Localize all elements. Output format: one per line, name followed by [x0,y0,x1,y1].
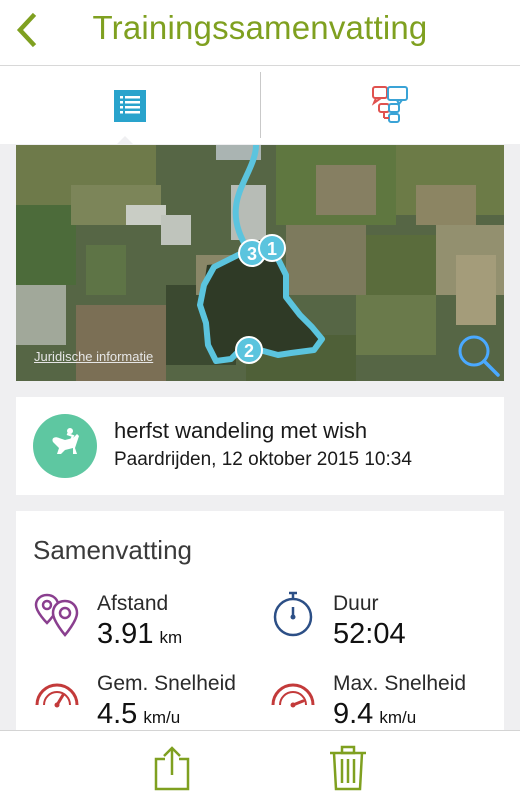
magnifier-icon [458,335,500,377]
activity-name: herfst wandeling met wish [114,418,368,443]
satellite-map-image: 3 1 2 [16,145,504,381]
tab-social[interactable] [261,66,520,144]
navigation-bar: Trainingssamenvatting [0,0,520,66]
stopwatch-icon [273,591,313,637]
page-title: Trainingssamenvatting [92,9,428,46]
route-marker-label: 2 [244,341,254,361]
stat-unit: km/u [143,708,181,727]
view-tabs [0,66,520,144]
stat-label: Afstand [97,592,169,615]
speedometer-icon [271,683,315,708]
route-marker-label: 3 [247,244,257,264]
list-icon [114,90,146,122]
bottom-toolbar [0,730,520,800]
stat-avg-speed: Gem. Snelheid 4.5 km/u [33,669,263,739]
tab-summary-list[interactable] [0,66,260,144]
stat-distance: Afstand 3.91 km [33,589,263,659]
stat-value: 9.4 km/u [333,698,416,731]
stat-unit: km [159,628,183,647]
trash-icon [330,745,366,791]
stat-label: Duur [333,592,379,615]
chat-bubbles-icon [371,86,408,123]
activity-avatar [33,414,97,478]
summary-title: Samenvatting [33,535,192,565]
tab-selection-indicator [116,136,134,145]
stat-label: Gem. Snelheid [97,672,236,695]
map-zoom-button[interactable] [456,333,500,377]
stat-unit: km/u [379,708,417,727]
stat-number: 3.91 [97,618,154,650]
stat-duration: Duur 52:04 [269,589,499,659]
route-marker-label: 1 [267,239,277,259]
stat-value: 3.91 km [97,618,182,651]
stat-number: 52:04 [333,618,406,650]
summary-card: Samenvatting Afstand 3.91 km Duur 52:04 G… [16,511,504,731]
share-button[interactable] [150,745,194,791]
stat-max-speed: Max. Snelheid 9.4 km/u [269,669,499,739]
delete-button[interactable] [326,745,370,791]
activity-subtitle: Paardrijden, 12 oktober 2015 10:34 [114,449,412,470]
horse-rider-icon [52,428,79,454]
share-icon [154,746,190,791]
stat-value: 52:04 [333,618,406,651]
stat-number: 4.5 [97,698,138,730]
stat-number: 9.4 [333,698,374,730]
location-pins-icon [34,593,79,637]
speedometer-icon [35,683,79,708]
route-map[interactable]: 3 1 2 Juridische informatie [16,145,504,381]
legal-info-link[interactable]: Juridische informatie [34,349,153,364]
stat-value: 4.5 km/u [97,698,180,731]
activity-card[interactable]: herfst wandeling met wish Paardrijden, 1… [16,397,504,495]
stat-label: Max. Snelheid [333,672,467,695]
